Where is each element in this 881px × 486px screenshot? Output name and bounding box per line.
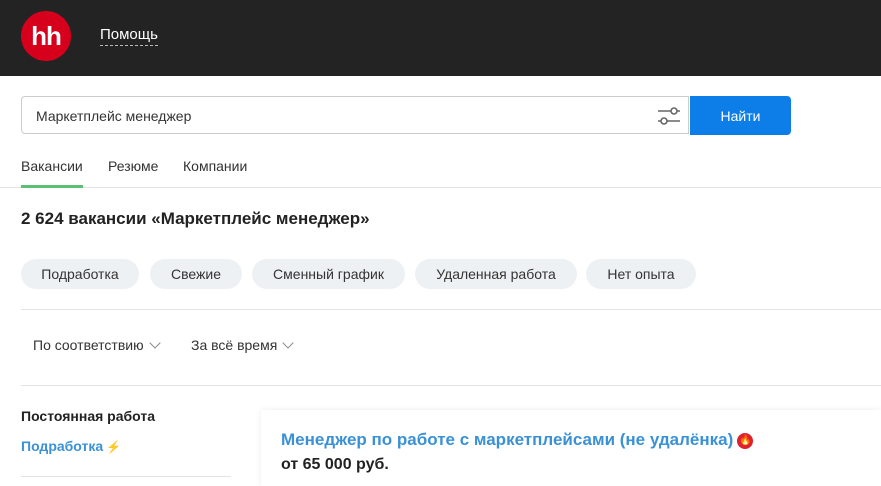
sidebar-divider xyxy=(21,476,231,477)
sidebar-heading: Постоянная работа xyxy=(21,408,156,424)
vacancy-salary: от 65 000 руб. xyxy=(281,456,389,473)
chip-remote-work[interactable]: Удаленная работа xyxy=(415,259,577,289)
search-input[interactable] xyxy=(34,97,638,135)
sidebar-link-part-time[interactable]: Подработка ⚡ xyxy=(21,438,121,454)
tab-companies[interactable]: Компании xyxy=(183,158,247,185)
search-box xyxy=(21,96,689,135)
chevron-down-icon xyxy=(282,337,294,349)
help-link[interactable]: Помощь xyxy=(100,26,158,46)
vacancy-card: Менеджер по работе с маркетплейсами (не … xyxy=(261,410,881,486)
sidebar-link-label: Подработка xyxy=(21,438,104,454)
divider xyxy=(21,385,881,386)
top-header: hh Помощь xyxy=(0,0,881,76)
vacancy-title: Менеджер по работе с маркетплейсами (не … xyxy=(281,430,734,449)
divider xyxy=(21,309,881,310)
period-label: За всё время xyxy=(191,337,278,353)
results-count-title: 2 624 вакансии «Маркетплейс менеджер» xyxy=(21,209,370,228)
vacancy-title-link[interactable]: Менеджер по работе с маркетплейсами (не … xyxy=(281,430,754,450)
chevron-down-icon xyxy=(148,337,161,349)
search-button[interactable]: Найти xyxy=(690,96,791,135)
hh-logo[interactable]: hh xyxy=(21,11,71,61)
chip-shift-schedule[interactable]: Сменный график xyxy=(252,259,405,289)
lightning-icon: ⚡ xyxy=(106,440,122,454)
filter-sliders-icon[interactable] xyxy=(656,104,682,128)
tab-vacancies[interactable]: Вакансии xyxy=(21,158,83,188)
fire-icon: 🔥 xyxy=(737,432,754,449)
sort-order-dropdown[interactable]: По соответствию xyxy=(33,337,161,353)
search-tabs: Вакансии Резюме Компании xyxy=(0,150,881,188)
sort-order-label: По соответствию xyxy=(33,337,144,353)
tab-resumes[interactable]: Резюме xyxy=(108,158,158,185)
chip-fresh[interactable]: Свежие xyxy=(150,259,242,289)
chip-no-experience[interactable]: Нет опыта xyxy=(586,259,696,289)
period-dropdown[interactable]: За всё время xyxy=(191,337,294,353)
chip-part-time[interactable]: Подработка xyxy=(21,259,139,289)
